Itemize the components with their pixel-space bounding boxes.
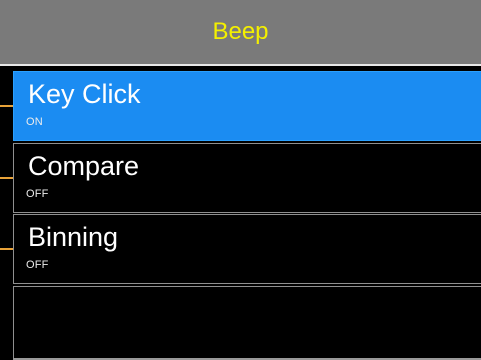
beep-settings-screen: Beep Key Click ON Compare OFF Binning OF… [0, 0, 481, 360]
menu-item-value: OFF [26, 259, 49, 271]
menu-item-key-click[interactable]: Key Click ON [13, 71, 481, 141]
key-click-connector [0, 105, 14, 107]
menu-item-binning[interactable]: Binning OFF [13, 214, 481, 284]
binning-connector [0, 248, 14, 250]
menu-item-label: Binning [28, 222, 119, 252]
page-title: Beep [212, 18, 269, 45]
menu-item-value: ON [26, 116, 43, 128]
menu-item-label: Compare [28, 151, 140, 181]
menu-item-label: Key Click [28, 79, 141, 109]
title-bar: Beep [0, 0, 481, 66]
menu-item-value: OFF [26, 188, 49, 200]
empty-menu-slot [13, 286, 481, 360]
compare-connector [0, 177, 14, 179]
menu-item-compare[interactable]: Compare OFF [13, 143, 481, 213]
